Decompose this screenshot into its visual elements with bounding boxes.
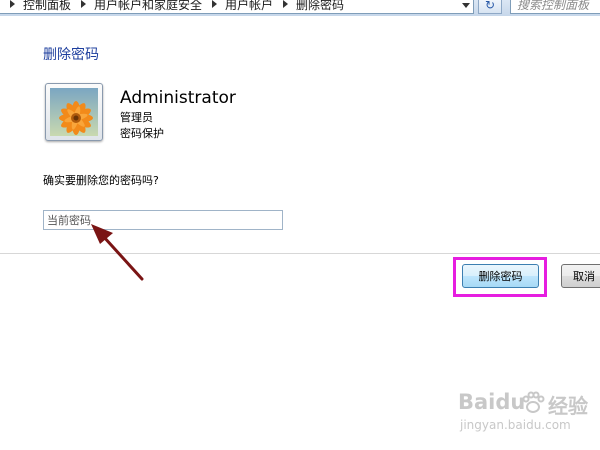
watermark-brand: Baidu xyxy=(458,390,526,414)
watermark: Baidu 经验 jingyan.baidu.com xyxy=(458,390,598,440)
arrow-annotation-icon xyxy=(91,224,144,281)
paw-icon xyxy=(522,391,545,413)
watermark-text: 经验 xyxy=(548,394,588,418)
watermark-url: jingyan.baidu.com xyxy=(460,418,571,432)
